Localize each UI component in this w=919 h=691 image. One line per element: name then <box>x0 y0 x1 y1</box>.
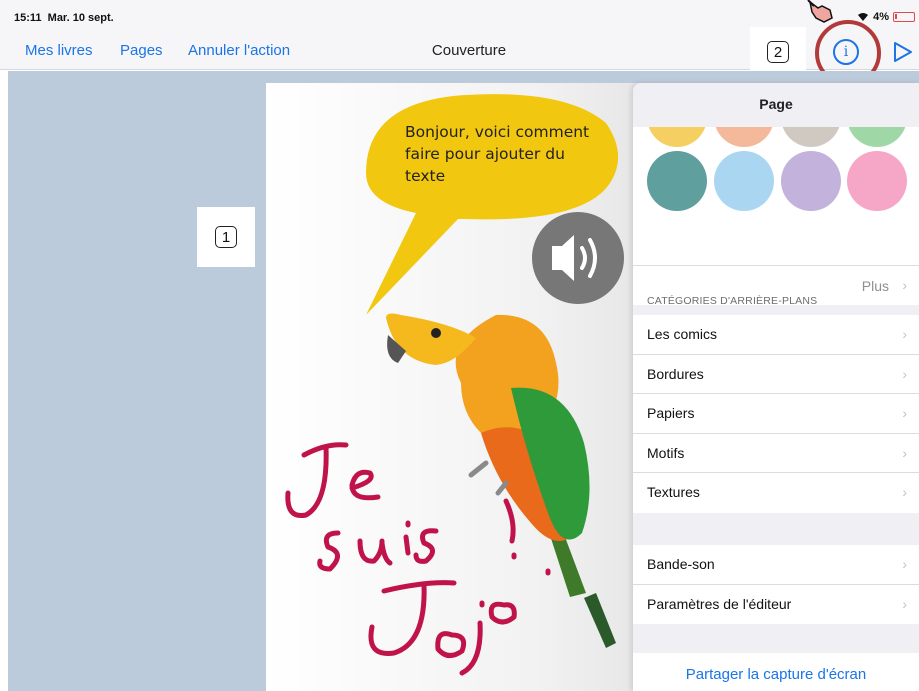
share-screenshot-button[interactable]: Partager la capture d'écran <box>633 653 919 691</box>
wifi-icon <box>858 13 869 21</box>
step-2-label: 2 <box>750 27 806 77</box>
chevron-right-icon: › <box>902 365 907 382</box>
step-1-label: 1 <box>197 207 255 267</box>
editor-settings-item[interactable]: Paramètres de l'éditeur › <box>633 585 919 625</box>
other-settings-list: Bande-son › Paramètres de l'éditeur › <box>633 545 919 624</box>
color-swatch[interactable] <box>847 151 907 211</box>
info-icon: i <box>843 44 849 60</box>
color-swatch[interactable] <box>781 127 841 147</box>
color-swatch[interactable] <box>647 151 707 211</box>
color-swatch[interactable] <box>647 127 707 147</box>
category-item[interactable]: Textures › <box>633 473 919 513</box>
chevron-right-icon: › <box>902 326 907 342</box>
chevron-right-icon: › <box>902 595 907 612</box>
info-button[interactable]: i <box>833 39 859 65</box>
category-item[interactable]: Papiers › <box>633 394 919 434</box>
background-categories-list: Les comics › Bordures › Papiers › Motifs › T… <box>633 315 919 513</box>
color-swatch[interactable] <box>781 151 841 211</box>
page-settings-panel: Page Plus › CATÉGORIES D'ARRIÈRE-PLANS L… <box>633 83 919 691</box>
panel-title: Page <box>759 96 793 112</box>
parrot-image <box>386 313 616 648</box>
status-bar: 15:11 Mar. 10 sept. 4% <box>0 0 919 30</box>
pointer-hand-icon <box>807 0 833 23</box>
category-item[interactable]: Motifs › <box>633 434 919 473</box>
color-swatches <box>633 127 919 265</box>
chevron-right-icon: › <box>902 405 907 421</box>
chevron-right-icon: › <box>902 277 907 293</box>
battery-label: 4% <box>873 11 889 23</box>
color-swatch[interactable] <box>714 151 774 211</box>
sound-button <box>532 212 624 304</box>
soundtrack-item[interactable]: Bande-son › <box>633 545 919 585</box>
section-title: CATÉGORIES D'ARRIÈRE-PLANS <box>647 295 818 307</box>
category-item[interactable]: Bordures › <box>633 355 919 394</box>
chevron-right-icon: › <box>902 484 907 500</box>
chevron-right-icon: › <box>902 444 907 461</box>
category-item[interactable]: Les comics › <box>633 315 919 355</box>
play-icon[interactable] <box>893 41 913 63</box>
battery-icon <box>893 12 915 22</box>
status-right: 4% <box>857 11 915 23</box>
color-swatch[interactable] <box>847 127 907 147</box>
color-swatch[interactable] <box>714 127 774 147</box>
more-colors-label: Plus <box>861 278 889 294</box>
chevron-right-icon: › <box>902 556 907 572</box>
status-time: 15:11 Mar. 10 sept. <box>14 12 114 24</box>
speech-bubble-text[interactable]: Bonjour, voici comment faire pour ajoute… <box>405 121 605 187</box>
